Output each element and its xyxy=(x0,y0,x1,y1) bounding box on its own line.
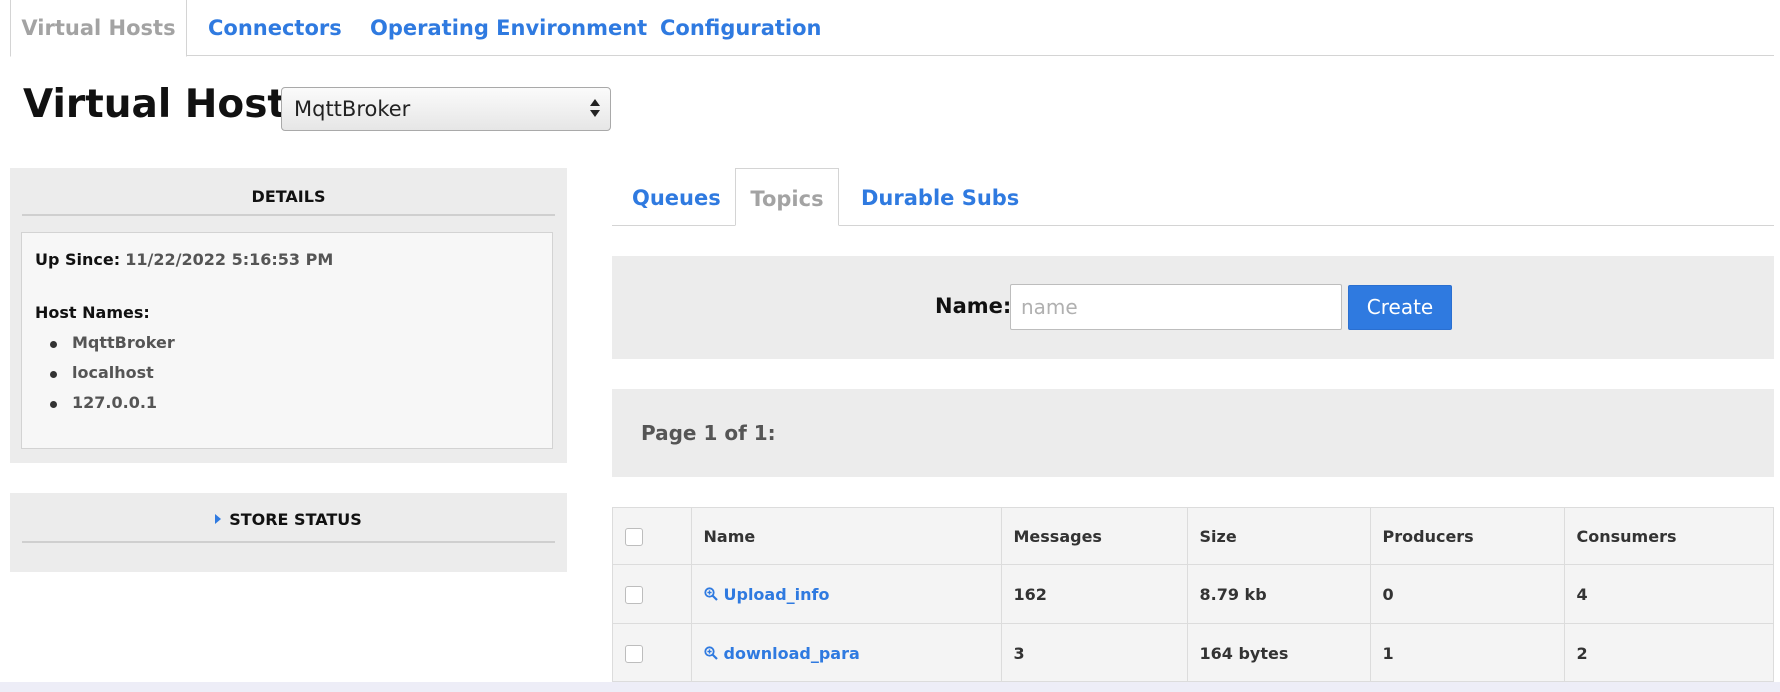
tab-connectors[interactable]: Connectors xyxy=(208,0,342,56)
create-button[interactable]: Create xyxy=(1348,285,1452,330)
tab-topics[interactable]: Topics xyxy=(735,168,839,226)
table-header-row: Name Messages Size Producers Consumers xyxy=(613,508,1773,565)
zoom-in-icon xyxy=(703,586,718,601)
virtual-host-select-value: MqttBroker xyxy=(294,97,411,121)
page: Virtual Hosts Connectors Operating Envir… xyxy=(0,0,1780,682)
producers-cell: 0 xyxy=(1369,564,1565,624)
store-status-panel[interactable]: STORE STATUS xyxy=(10,493,567,572)
name-label: Name: xyxy=(935,294,1012,318)
host-names-list: MqttBroker localhost 127.0.0.1 xyxy=(35,325,175,415)
topic-link[interactable]: download_para xyxy=(703,643,860,663)
store-status-header[interactable]: STORE STATUS xyxy=(22,493,555,543)
producers-cell: 1 xyxy=(1369,623,1565,681)
host-name-item: 127.0.0.1 xyxy=(35,385,175,415)
virtual-host-title: Virtual Host: xyxy=(23,82,302,127)
size-cell: 8.79 kb xyxy=(1186,564,1371,624)
details-panel: DETAILS Up Since: 11/22/2022 5:16:53 PM … xyxy=(10,168,567,463)
pager: Page 1 of 1: xyxy=(612,389,1774,477)
size-cell: 164 bytes xyxy=(1186,623,1371,681)
messages-cell: 3 xyxy=(1000,623,1188,681)
up-since-value: 11/22/2022 5:16:53 PM xyxy=(125,250,334,269)
page-indicator: Page 1 of 1: xyxy=(641,421,776,445)
tab-queues[interactable]: Queues xyxy=(632,168,721,226)
create-topic-bar: Name: Create xyxy=(612,256,1774,359)
topic-name-cell: Upload_info xyxy=(690,564,1002,624)
select-all-checkbox[interactable] xyxy=(625,527,643,546)
host-names-box: Host Names: MqttBroker localhost 127.0.0… xyxy=(21,287,553,449)
host-names-label: Host Names: xyxy=(35,303,150,322)
sub-tab-bar: Queues Topics Durable Subs xyxy=(612,168,1774,226)
column-header-consumers[interactable]: Consumers xyxy=(1563,508,1773,565)
row-select-cell xyxy=(613,564,692,624)
up-since-row: Up Since: 11/22/2022 5:16:53 PM xyxy=(21,232,553,288)
virtual-host-select[interactable]: MqttBroker xyxy=(281,87,611,131)
column-header-messages[interactable]: Messages xyxy=(1000,508,1188,565)
up-since-label: Up Since: xyxy=(35,250,121,269)
table-row: download_para 3 164 bytes 1 2 xyxy=(613,623,1773,681)
row-select-cell xyxy=(613,623,692,681)
column-header-producers[interactable]: Producers xyxy=(1369,508,1565,565)
column-header-name[interactable]: Name xyxy=(690,508,1002,565)
consumers-cell: 2 xyxy=(1563,623,1773,681)
row-checkbox[interactable] xyxy=(625,644,643,663)
topic-name-cell: download_para xyxy=(690,623,1002,681)
details-heading: DETAILS xyxy=(22,168,555,216)
topic-name-input[interactable] xyxy=(1010,284,1342,330)
store-status-heading: STORE STATUS xyxy=(229,510,362,529)
select-all-cell xyxy=(613,508,692,565)
tab-operating-environment[interactable]: Operating Environment xyxy=(370,0,647,56)
top-tab-bar: Virtual Hosts Connectors Operating Envir… xyxy=(0,0,1780,57)
column-header-size[interactable]: Size xyxy=(1186,508,1371,565)
tab-virtual-hosts[interactable]: Virtual Hosts xyxy=(10,0,187,57)
topic-link[interactable]: Upload_info xyxy=(703,584,830,604)
topic-name: download_para xyxy=(723,643,860,663)
topics-table: Name Messages Size Producers Consumers U… xyxy=(612,507,1774,682)
up-down-arrows-icon xyxy=(590,96,600,122)
consumers-cell: 4 xyxy=(1563,564,1773,624)
zoom-in-icon xyxy=(703,645,718,660)
tab-configuration[interactable]: Configuration xyxy=(660,0,821,56)
row-checkbox[interactable] xyxy=(625,585,643,604)
triangle-right-icon xyxy=(215,514,222,524)
table-row: Upload_info 162 8.79 kb 0 4 xyxy=(613,564,1773,624)
topic-name: Upload_info xyxy=(723,584,830,604)
host-name-item: localhost xyxy=(35,355,175,385)
host-name-item: MqttBroker xyxy=(35,325,175,355)
messages-cell: 162 xyxy=(1000,564,1188,624)
tab-durable-subs[interactable]: Durable Subs xyxy=(861,168,1019,226)
